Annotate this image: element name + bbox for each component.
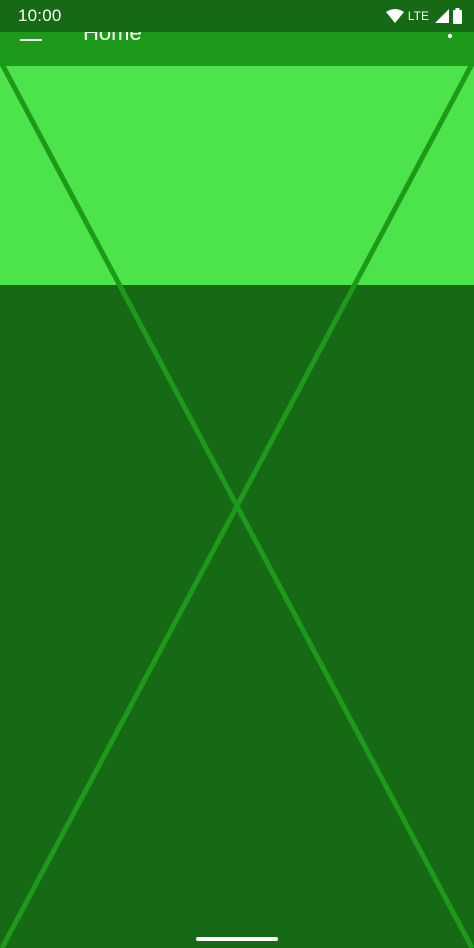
status-bar: 10:00 LTE (0, 0, 474, 32)
network-type-label: LTE (407, 9, 429, 23)
page-title: Home (83, 32, 142, 45)
menu-icon[interactable] (20, 32, 44, 42)
phone-screen: 10:00 LTE Home (0, 0, 474, 948)
cellular-signal-icon (435, 9, 449, 23)
header-image-placeholder (0, 64, 474, 285)
status-icons: LTE (385, 7, 462, 25)
app-bar: Home (0, 32, 474, 64)
content-area (0, 285, 474, 948)
gesture-navigation-handle[interactable] (196, 937, 278, 941)
status-time: 10:00 (18, 6, 62, 25)
battery-icon (453, 8, 462, 24)
wifi-icon (385, 9, 404, 23)
overflow-menu-icon[interactable] (446, 32, 454, 44)
